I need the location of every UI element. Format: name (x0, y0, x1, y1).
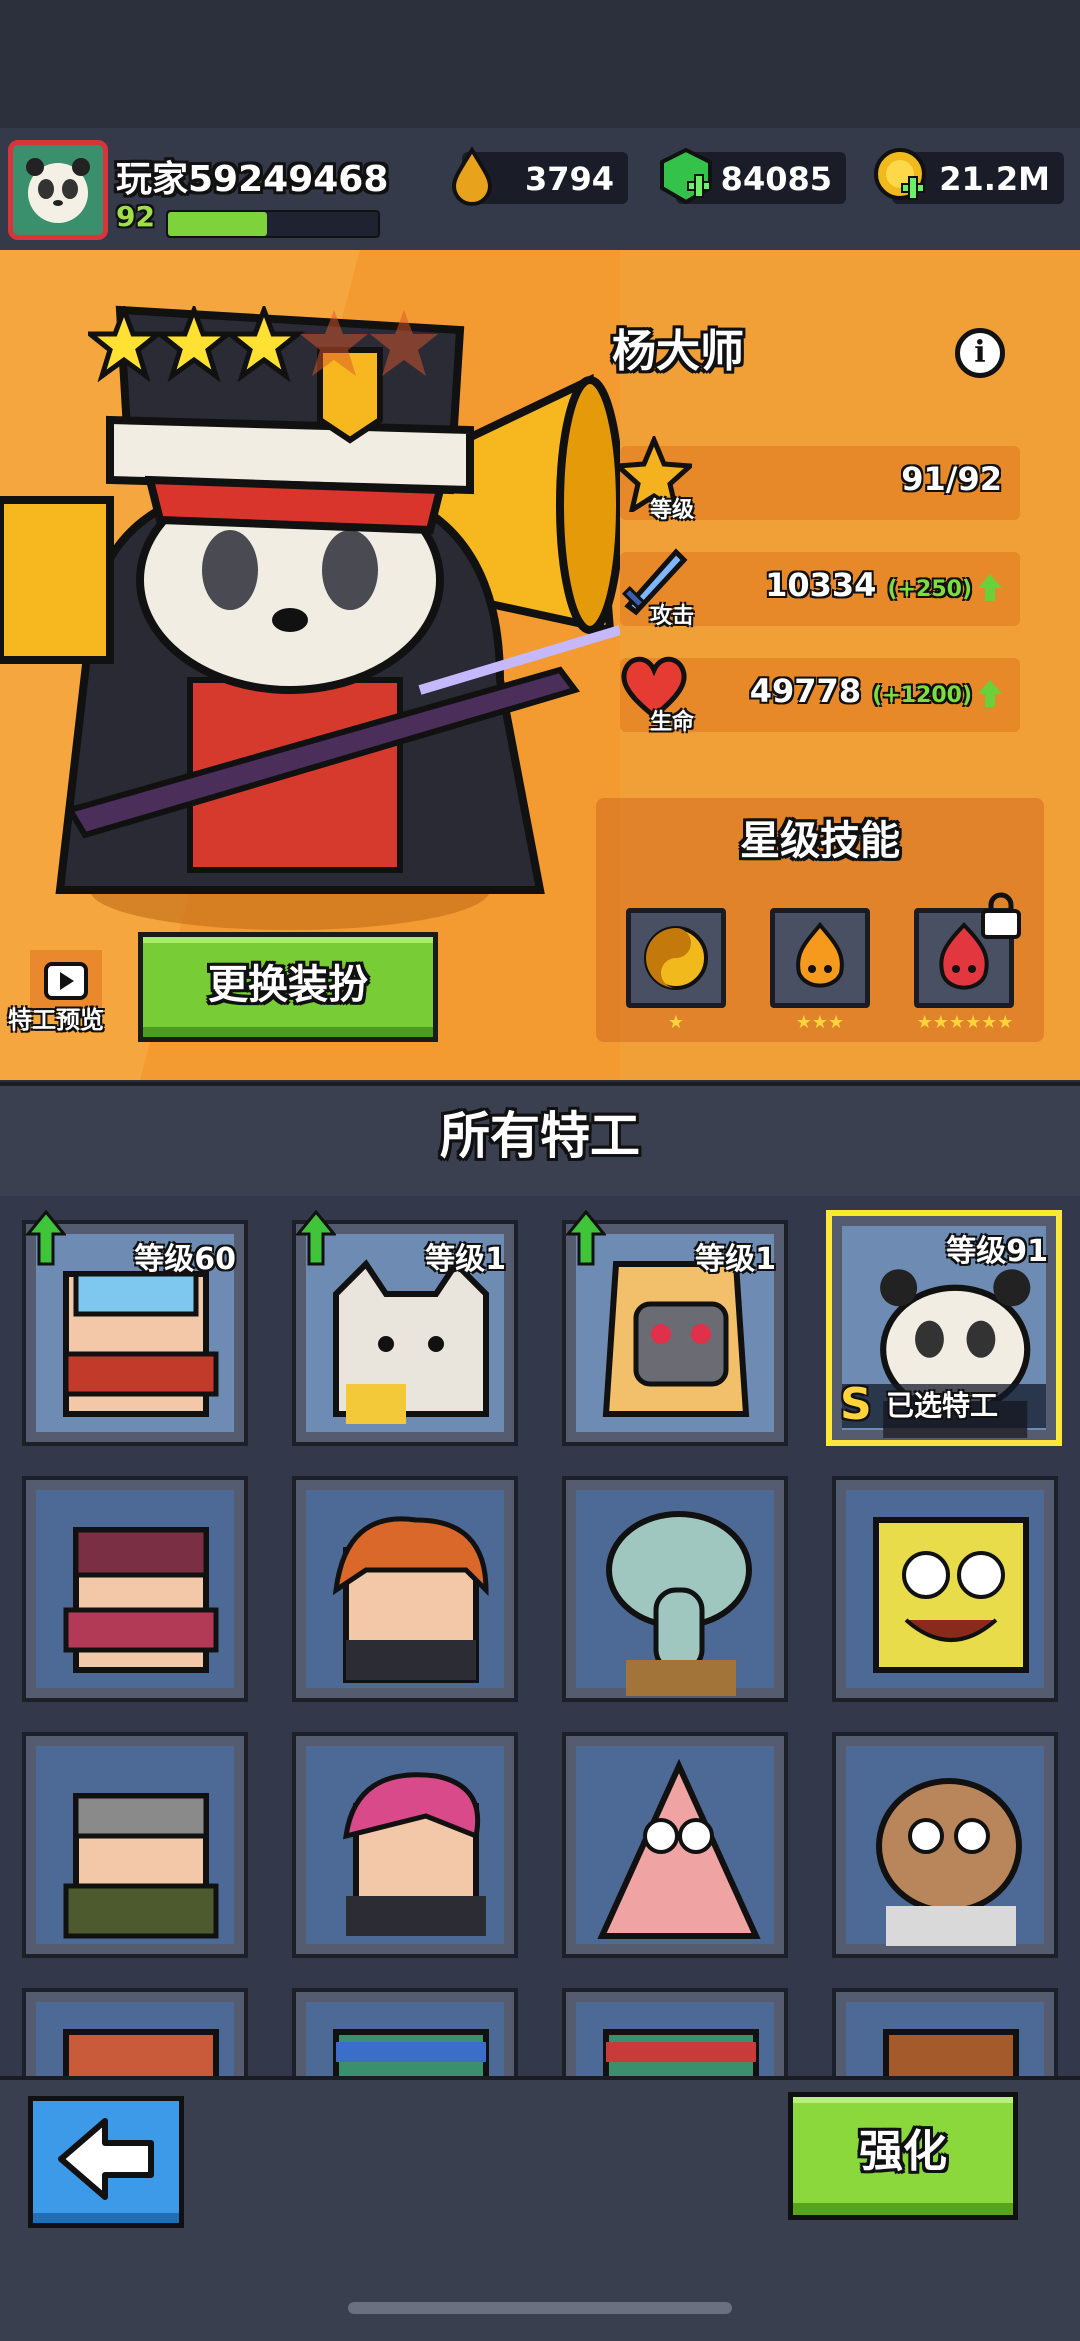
skill-1-stars: ★ (667, 1012, 685, 1033)
upgrade-button[interactable]: 强化 (788, 2092, 1018, 2220)
agent-card[interactable]: 等级60 (22, 1210, 248, 1446)
status-bar (0, 0, 1080, 128)
agent-card-locked[interactable] (832, 1988, 1058, 2076)
up-arrow-icon (978, 574, 1002, 601)
agent-card-locked[interactable] (22, 1988, 248, 2076)
agent-card-locked[interactable] (22, 1732, 248, 1958)
home-indicator (348, 2302, 732, 2314)
squidward-portrait (606, 1511, 752, 1696)
hp-bonus: (+1200) (872, 683, 972, 708)
agent-list-title: 所有特工 (440, 1107, 640, 1165)
hp-value: 49778 (749, 672, 862, 710)
agent-card-locked[interactable] (22, 1476, 248, 1702)
agent-card-locked[interactable] (292, 1476, 518, 1702)
yin-yang-icon (644, 926, 708, 990)
up-arrow-icon (978, 680, 1002, 707)
agent-card-locked[interactable] (832, 1476, 1058, 1702)
agent-card-locked[interactable] (292, 1988, 518, 2076)
agent-card-locked[interactable] (562, 1988, 788, 2076)
player-avatar[interactable] (8, 140, 108, 240)
stat-row-attack: 攻击 10334 (+250) (620, 548, 1020, 629)
star-skills-title: 星级技能 (740, 818, 900, 864)
agent-grid: 等级60 等级1 等级1 等级91 已选特工 S (0, 1196, 1080, 2076)
skill-slot-2[interactable] (770, 908, 870, 1008)
back-arrow-icon (58, 2118, 154, 2200)
attack-bonus: (+250) (887, 577, 972, 602)
selected-agent-badge: 已选特工 (842, 1384, 1046, 1428)
change-outfit-button[interactable]: 更换装扮 (138, 932, 438, 1042)
lock-icon (981, 892, 1021, 939)
sandy-portrait (876, 1778, 1022, 1946)
skill-2-stars: ★★★ (795, 1012, 845, 1033)
turtle-agent-portrait (63, 2029, 219, 2076)
agent-preview-label[interactable]: 特工预览 (8, 1000, 104, 1035)
skill-slot-3[interactable] (914, 892, 1021, 1008)
stat-row-hp: 生命 49778 (+1200) (620, 656, 1020, 735)
skill-3-stars: ★★★★★★ (916, 1012, 1014, 1033)
agent-card-locked[interactable] (562, 1476, 788, 1702)
turtle-agent-portrait (603, 2029, 759, 2076)
panda-avatar-icon (26, 158, 90, 223)
upgrade-arrow-icon (296, 1210, 336, 1266)
oil-drop-icon (451, 146, 493, 206)
info-button[interactable]: i (955, 328, 1005, 378)
ninja-agent-portrait (63, 1527, 219, 1673)
oil-currency[interactable]: 3794 (451, 146, 628, 206)
attack-value: 10334 (765, 566, 877, 604)
xp-bar (166, 210, 380, 238)
gem-currency[interactable]: 84085 (660, 147, 846, 205)
upgrade-arrow-icon (26, 1210, 66, 1266)
agent-card[interactable]: 等级1 (562, 1210, 788, 1446)
agent-card-selected[interactable]: 等级91 已选特工 S (826, 1210, 1062, 1446)
brown-agent-portrait (883, 2029, 1019, 2076)
agent-card-locked[interactable] (832, 1732, 1058, 1958)
back-button[interactable] (28, 2096, 184, 2228)
agent-card-locked[interactable] (562, 1732, 788, 1958)
green-gem-icon (660, 147, 712, 205)
redhair-agent-portrait (332, 1516, 489, 1683)
spongebob-portrait (873, 1517, 1029, 1673)
flame-cat-icon (796, 921, 844, 988)
pinkhair-agent-portrait (342, 1772, 486, 1936)
agent-card-locked[interactable] (292, 1732, 518, 1958)
stat-row-level: 等级 91/92 (616, 436, 1020, 523)
player-level: 92 (116, 200, 155, 233)
s-grade-badge: S (840, 1379, 872, 1430)
hero-name: 杨大师 (612, 326, 744, 377)
turtle-agent-portrait (333, 2029, 489, 2076)
agent-card[interactable]: 等级1 (292, 1210, 518, 1446)
gold-coin-icon (874, 148, 926, 200)
patrick-portrait (597, 1758, 761, 1939)
coin-currency[interactable]: 21.2M (874, 148, 1064, 204)
upgrade-arrow-icon (566, 1210, 606, 1266)
hero-star-rating (88, 306, 438, 382)
soldier-agent-portrait (63, 1793, 219, 1939)
player-name: 玩家59249468 (116, 159, 389, 200)
skill-slot-1[interactable] (626, 908, 726, 1008)
